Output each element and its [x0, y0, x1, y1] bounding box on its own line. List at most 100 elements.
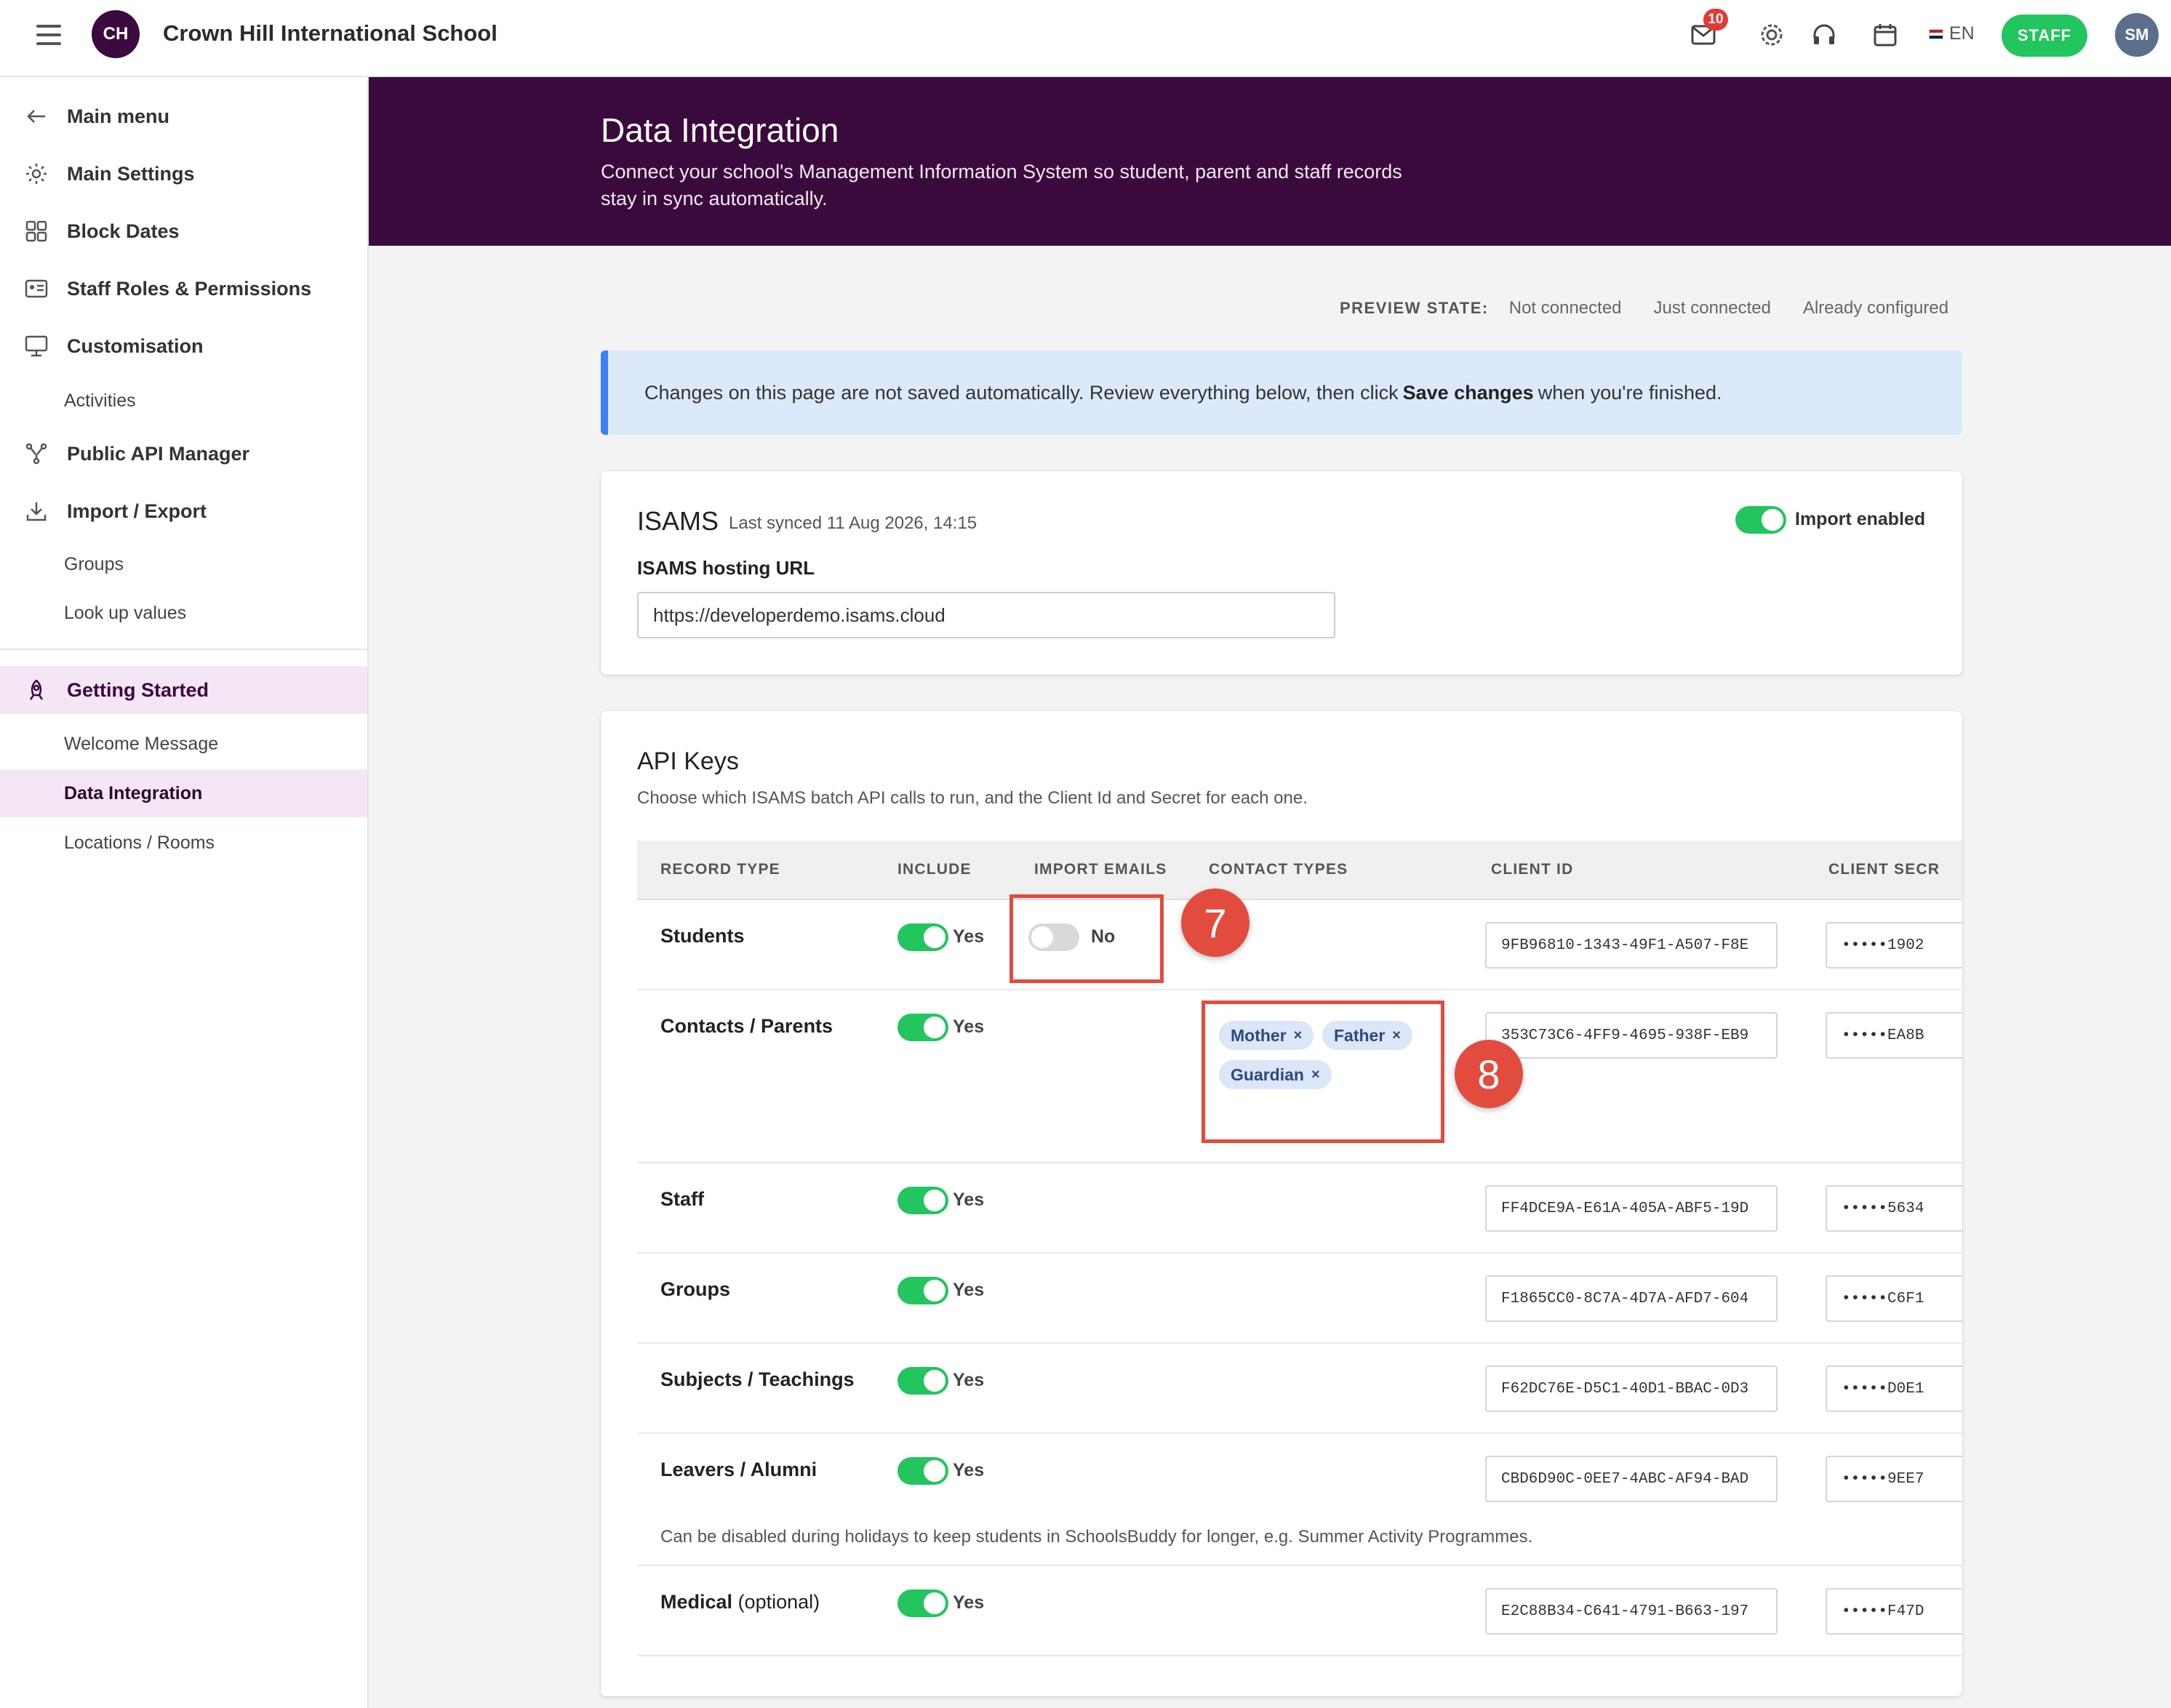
client-secret-input[interactable]: •••••EA8B: [1826, 1012, 1962, 1059]
sidebar-subitem-lookup-values[interactable]: Look up values: [0, 589, 367, 637]
unsaved-changes-banner: Changes on this page are not saved autom…: [601, 350, 1962, 435]
sidebar-divider: [0, 649, 367, 650]
hosting-url-label: ISAMS hosting URL: [637, 557, 815, 579]
api-nodes-icon: [23, 441, 49, 467]
id-card-icon: [23, 276, 49, 302]
client-id-input[interactable]: F1865CC0-8C7A-4D7A-AFD7-604: [1485, 1275, 1778, 1322]
sidebar-item-main-settings[interactable]: Main Settings: [0, 150, 367, 198]
staff-role-button[interactable]: STAFF: [2002, 15, 2087, 57]
language-label: EN: [1949, 23, 1975, 44]
annotation-marker-7: 7: [1181, 889, 1250, 957]
hamburger-menu-icon[interactable]: [36, 25, 61, 47]
isams-title: ISAMS: [637, 506, 719, 536]
header-include: INCLUDE: [897, 861, 972, 878]
school-logo[interactable]: CH: [92, 10, 140, 58]
sidebar-item-getting-started[interactable]: Getting Started: [0, 666, 367, 714]
include-value: Yes: [953, 1592, 985, 1613]
sidebar-subitem-label: Activities: [64, 390, 136, 411]
header-record-type: RECORD TYPE: [660, 861, 780, 878]
gear-icon[interactable]: [1757, 20, 1786, 49]
preview-state-label: PREVIEW STATE:: [1340, 299, 1489, 317]
include-value: Yes: [953, 1017, 985, 1037]
table-row-subjects-teachings: Subjects / Teachings Yes F62DC76E-D5C1-4…: [637, 1344, 1962, 1434]
record-type-name: Contacts / Parents: [660, 1015, 833, 1037]
client-secret-input[interactable]: •••••5634: [1826, 1185, 1962, 1232]
import-enabled-toggle[interactable]: [1735, 506, 1786, 534]
preview-option-not-connected[interactable]: Not connected: [1509, 298, 1622, 318]
sun-settings-icon: [23, 161, 49, 187]
record-type-name: Medical (optional): [660, 1591, 820, 1613]
download-icon: [23, 498, 49, 524]
import-enabled-label: Import enabled: [1795, 509, 1926, 529]
sidebar-subitem-groups[interactable]: Groups: [0, 540, 367, 588]
sidebar-subitem-label: Locations / Rooms: [64, 832, 215, 853]
client-id-input[interactable]: FF4DCE9A-E61A-405A-ABF5-19D: [1485, 1185, 1778, 1232]
include-toggle[interactable]: [897, 923, 948, 951]
calendar-icon[interactable]: [1871, 20, 1900, 49]
record-type-name: Students: [660, 925, 745, 947]
client-id-input[interactable]: F62DC76E-D5C1-40D1-BBAC-0D3: [1485, 1366, 1778, 1412]
record-type-name: Groups: [660, 1278, 731, 1300]
client-secret-input[interactable]: •••••1902: [1826, 922, 1962, 969]
table-row-groups: Groups Yes F1865CC0-8C7A-4D7A-AFD7-604 •…: [637, 1254, 1962, 1344]
sidebar-item-label: Staff Roles & Permissions: [67, 277, 312, 300]
sidebar-subitem-welcome-message[interactable]: Welcome Message: [0, 720, 367, 768]
include-toggle[interactable]: [897, 1589, 948, 1617]
sidebar-item-main-menu[interactable]: Main menu: [0, 92, 367, 140]
sidebar-item-public-api[interactable]: Public API Manager: [0, 430, 367, 478]
record-type-name: Staff: [660, 1188, 704, 1210]
headset-icon[interactable]: [1810, 20, 1839, 49]
sidebar-item-label: Block Dates: [67, 220, 180, 242]
client-id-input[interactable]: CBD6D90C-0EE7-4ABC-AF94-BAD: [1485, 1456, 1778, 1502]
sidebar-item-block-dates[interactable]: Block Dates: [0, 207, 367, 255]
client-id-input[interactable]: 9FB96810-1343-49F1-A507-F8E: [1485, 922, 1778, 969]
header-client-secret: CLIENT SECR: [1828, 861, 1940, 878]
sidebar-item-staff-roles[interactable]: Staff Roles & Permissions: [0, 265, 367, 313]
user-avatar[interactable]: SM: [2115, 13, 2159, 57]
language-selector[interactable]: EN: [1929, 23, 1975, 44]
record-type-name: Leavers / Alumni: [660, 1459, 817, 1480]
include-value: Yes: [953, 1190, 985, 1210]
client-id-input[interactable]: E2C88B34-C641-4791-B663-197: [1485, 1588, 1778, 1635]
highlight-box-import-emails: [1009, 894, 1164, 983]
preview-option-already-configured[interactable]: Already configured: [1803, 298, 1948, 318]
uk-flag-icon: [1929, 28, 1943, 39]
grid-icon: [23, 218, 49, 244]
annotation-marker-8: 8: [1455, 1040, 1523, 1108]
include-value: Yes: [953, 1280, 985, 1300]
include-toggle[interactable]: [897, 1187, 948, 1214]
table-row-medical: Medical (optional) Yes E2C88B34-C641-479…: [637, 1566, 1962, 1656]
table-row-leavers-alumni: Leavers / Alumni Yes CBD6D90C-0EE7-4ABC-…: [637, 1434, 1962, 1566]
include-toggle[interactable]: [897, 1277, 948, 1304]
school-name[interactable]: Crown Hill International School: [163, 20, 497, 47]
sidebar-subitem-label: Welcome Message: [64, 733, 219, 754]
sidebar-subitem-activities[interactable]: Activities: [0, 377, 367, 425]
client-secret-input[interactable]: •••••C6F1: [1826, 1275, 1962, 1322]
last-synced-text: Last synced 11 Aug 2026, 14:15: [729, 513, 977, 533]
sidebar-item-import-export[interactable]: Import / Export: [0, 487, 367, 535]
include-toggle[interactable]: [897, 1457, 948, 1485]
sidebar-item-customisation[interactable]: Customisation: [0, 322, 367, 370]
client-id-input[interactable]: 353C73C6-4FF9-4695-938F-EB9: [1485, 1012, 1778, 1059]
monitor-icon: [23, 333, 49, 359]
client-secret-input[interactable]: •••••D0E1: [1826, 1366, 1962, 1412]
page-header: Data Integration Connect your school's M…: [369, 77, 2171, 246]
include-value: Yes: [953, 926, 985, 947]
hosting-url-input[interactable]: [637, 592, 1335, 638]
sidebar-item-label: Main menu: [67, 105, 170, 127]
record-type-label: Medical: [660, 1591, 733, 1613]
preview-option-just-connected[interactable]: Just connected: [1654, 298, 1771, 318]
sidebar-subitem-data-integration[interactable]: Data Integration: [0, 769, 367, 817]
arrow-left-icon: [23, 103, 49, 129]
include-value: Yes: [953, 1460, 985, 1480]
include-toggle[interactable]: [897, 1014, 948, 1041]
mail-count-badge: 10: [1703, 9, 1728, 31]
client-secret-input[interactable]: •••••9EE7: [1826, 1456, 1962, 1502]
sidebar-item-label: Main Settings: [67, 162, 195, 185]
sidebar-subitem-locations-rooms[interactable]: Locations / Rooms: [0, 819, 367, 867]
header-client-id: CLIENT ID: [1491, 861, 1574, 878]
client-secret-input[interactable]: •••••F47D: [1826, 1588, 1962, 1635]
include-toggle[interactable]: [897, 1367, 948, 1395]
banner-bold-text: Save changes: [1402, 381, 1534, 404]
highlight-box-contact-types: [1202, 1001, 1444, 1143]
